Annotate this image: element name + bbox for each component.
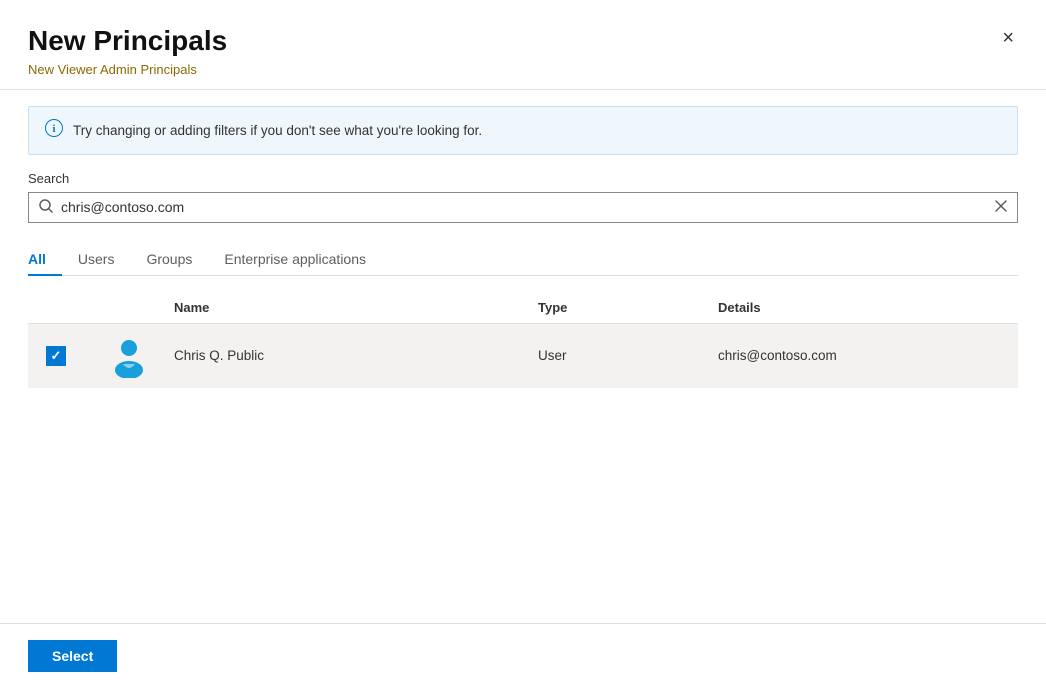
close-button[interactable]: × (998, 24, 1018, 52)
search-input[interactable] (61, 199, 987, 215)
row-details: chris@contoso.com (718, 348, 1018, 363)
dialog: New Principals New Viewer Admin Principa… (0, 0, 1046, 692)
clear-search-button[interactable] (995, 199, 1007, 215)
table-row[interactable]: Chris Q. Public User chris@contoso.com (28, 324, 1018, 388)
tab-groups[interactable]: Groups (130, 243, 208, 275)
info-banner-text: Try changing or adding filters if you do… (73, 123, 482, 138)
search-box (28, 192, 1018, 223)
avatar (107, 334, 151, 378)
user-avatar-cell (84, 334, 174, 378)
col-header-checkbox (28, 300, 84, 315)
row-type: User (538, 348, 718, 363)
results-table: Name Type Details (28, 292, 1018, 388)
dialog-header: New Principals New Viewer Admin Principa… (28, 24, 1018, 77)
svg-text:i: i (52, 123, 55, 135)
dialog-subtitle: New Viewer Admin Principals (28, 62, 227, 77)
info-banner: i Try changing or adding filters if you … (28, 106, 1018, 155)
col-header-type: Type (538, 300, 718, 315)
col-header-details: Details (718, 300, 1018, 315)
title-block: New Principals New Viewer Admin Principa… (28, 24, 227, 77)
tab-users[interactable]: Users (62, 243, 131, 275)
tab-all[interactable]: All (28, 243, 62, 275)
search-icon (39, 199, 53, 216)
search-label: Search (28, 171, 1018, 186)
footer-divider (0, 623, 1046, 624)
header-divider (0, 89, 1046, 90)
table-header: Name Type Details (28, 292, 1018, 324)
row-name: Chris Q. Public (174, 348, 538, 363)
tab-enterprise-applications[interactable]: Enterprise applications (208, 243, 382, 275)
footer: Select (28, 623, 1018, 672)
col-header-avatar (84, 300, 174, 315)
dialog-title: New Principals (28, 24, 227, 58)
tabs-bar: All Users Groups Enterprise applications (28, 243, 1018, 276)
checkbox-checked-icon[interactable] (46, 346, 66, 366)
col-header-name: Name (174, 300, 538, 315)
info-icon: i (45, 119, 63, 142)
row-checkbox[interactable] (28, 346, 84, 366)
select-button[interactable]: Select (28, 640, 117, 672)
